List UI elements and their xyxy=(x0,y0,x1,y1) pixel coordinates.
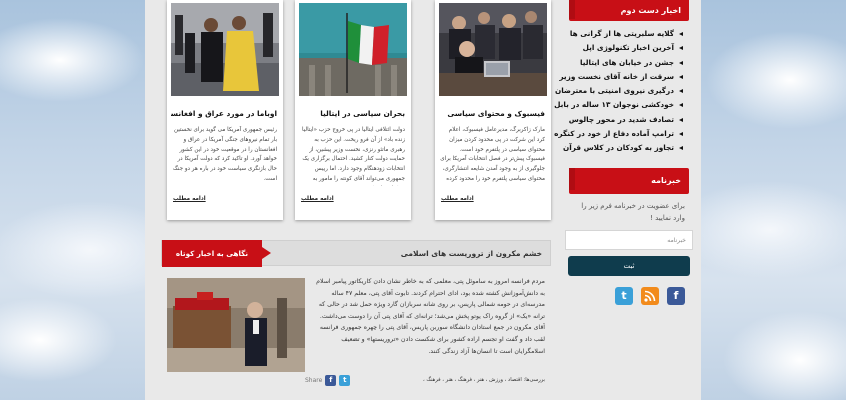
card-image-obama[interactable] xyxy=(171,3,279,96)
short-news-meta: بررسی‌ها: اقتصاد ، ورزش ، هنر ، فرهنگ ، … xyxy=(305,371,545,389)
page-container: اخبار دست دوم گلایه سلبریتی ها از گرانی … xyxy=(145,0,701,400)
short-news-section: خشم مکرون از تروریست های اسلامی نگاهی به… xyxy=(161,240,551,386)
card-excerpt: رئیس جمهوری آمریکا می گوید برای نخستین ب… xyxy=(172,127,277,182)
rss-icon[interactable] xyxy=(641,286,659,305)
read-more-link[interactable]: ادامه مطلب xyxy=(441,196,474,202)
handpicked-item[interactable]: گلایه سلبریتی ها از گرانی ها xyxy=(569,27,683,41)
newsletter-description: برای عضویت در خبرنامه فرم زیر را وارد نم… xyxy=(581,201,685,222)
share-label: Share xyxy=(305,376,323,384)
rss-glyph xyxy=(644,290,656,302)
short-news-bar: خشم مکرون از تروریست های اسلامی نگاهی به… xyxy=(161,240,551,267)
handpicked-item[interactable]: ترامپ آماده دفاع از خود در کنگره xyxy=(554,127,683,141)
handpicked-item[interactable]: سرقت از خانه آقای نخست وزیر xyxy=(559,70,683,84)
news-card[interactable]: فیسبوک و محتوای سیاسی مارک زاکربرگ، مدیر… xyxy=(435,0,551,220)
card-title[interactable]: فیسبوک و محتوای سیاسی xyxy=(439,109,545,118)
handpicked-item[interactable]: آخرین اخبار تکنولوژی اپل xyxy=(569,41,683,55)
card-excerpt: مارک زاکربرگ، مدیرعامل فیسبوک، اعلام کرد… xyxy=(440,127,545,186)
facebook-icon[interactable]: f xyxy=(667,286,685,305)
hearing-photo xyxy=(439,3,547,96)
card-title[interactable]: بحران سیاسی در ایتالیا xyxy=(299,109,405,118)
short-news-headline[interactable]: خشم مکرون از تروریست های اسلامی xyxy=(401,241,542,267)
newsletter-email-field[interactable]: خبرنامه xyxy=(565,229,693,250)
facebook-share-icon[interactable]: f xyxy=(325,374,337,386)
newsletter-submit-button[interactable]: ثبت xyxy=(568,255,690,276)
short-news-tab[interactable]: نگاهی به اخبار کوتاه xyxy=(162,240,271,267)
italy-photo xyxy=(299,3,407,96)
handpicked-list: گلایه سلبریتی ها از گرانی ها آخرین اخبار… xyxy=(554,21,689,156)
card-title[interactable]: اوباما در مورد عراق و افغانستان xyxy=(171,109,277,118)
handpicked-header: اخبار دست دوم xyxy=(569,0,689,21)
handpicked-item[interactable]: درگیری نیروی امنیتی با معترضان xyxy=(555,84,683,98)
news-card[interactable]: اوباما در مورد عراق و افغانستان رئیس جمه… xyxy=(167,0,283,220)
card-image-italy-flag[interactable] xyxy=(299,3,407,96)
card-excerpt: دولت ائتلافی ایتالیا در پی خروج حزب «ایت… xyxy=(301,127,405,186)
short-news-tags[interactable]: بررسی‌ها: اقتصاد ، ورزش ، هنر ، فرهنگ ، … xyxy=(423,377,545,383)
social-links: t f xyxy=(569,286,689,305)
handpicked-item[interactable]: جشن در خیابان های ایتالیا xyxy=(569,56,683,70)
card-image-laptop-hearing[interactable] xyxy=(439,3,547,96)
handpicked-item[interactable]: خودکشی نوجوان ۱۳ ساله در بابل xyxy=(554,98,683,112)
handpicked-item[interactable]: تجاوز به کودکان در کلاس قرآن xyxy=(563,141,683,155)
news-card[interactable]: بحران سیاسی در ایتالیا دولت ائتلافی ایتا… xyxy=(295,0,411,220)
short-news-text: مردم فرانسه امروز به ساموئل پتی، معلمی ک… xyxy=(316,278,545,355)
macron-photo xyxy=(167,278,305,372)
twitter-icon[interactable]: t xyxy=(615,286,633,305)
handpicked-item[interactable]: تصادف شدید در محور چالوس xyxy=(569,113,683,127)
newsletter-header: خبرنامه xyxy=(569,167,689,194)
short-news-share: Share f t xyxy=(305,374,351,386)
read-more-link[interactable]: ادامه مطلب xyxy=(301,196,334,202)
newsletter-box: خبرنامه برای عضویت در خبرنامه فرم زیر را… xyxy=(565,167,693,276)
featured-cards: فیسبوک و محتوای سیاسی مارک زاکربرگ، مدیر… xyxy=(155,0,551,220)
sidebar: اخبار دست دوم گلایه سلبریتی ها از گرانی … xyxy=(554,0,693,305)
short-news-image[interactable] xyxy=(167,278,305,372)
read-more-link[interactable]: ادامه مطلب xyxy=(173,196,206,202)
twitter-share-icon[interactable]: t xyxy=(339,374,351,386)
obama-photo xyxy=(171,3,279,96)
